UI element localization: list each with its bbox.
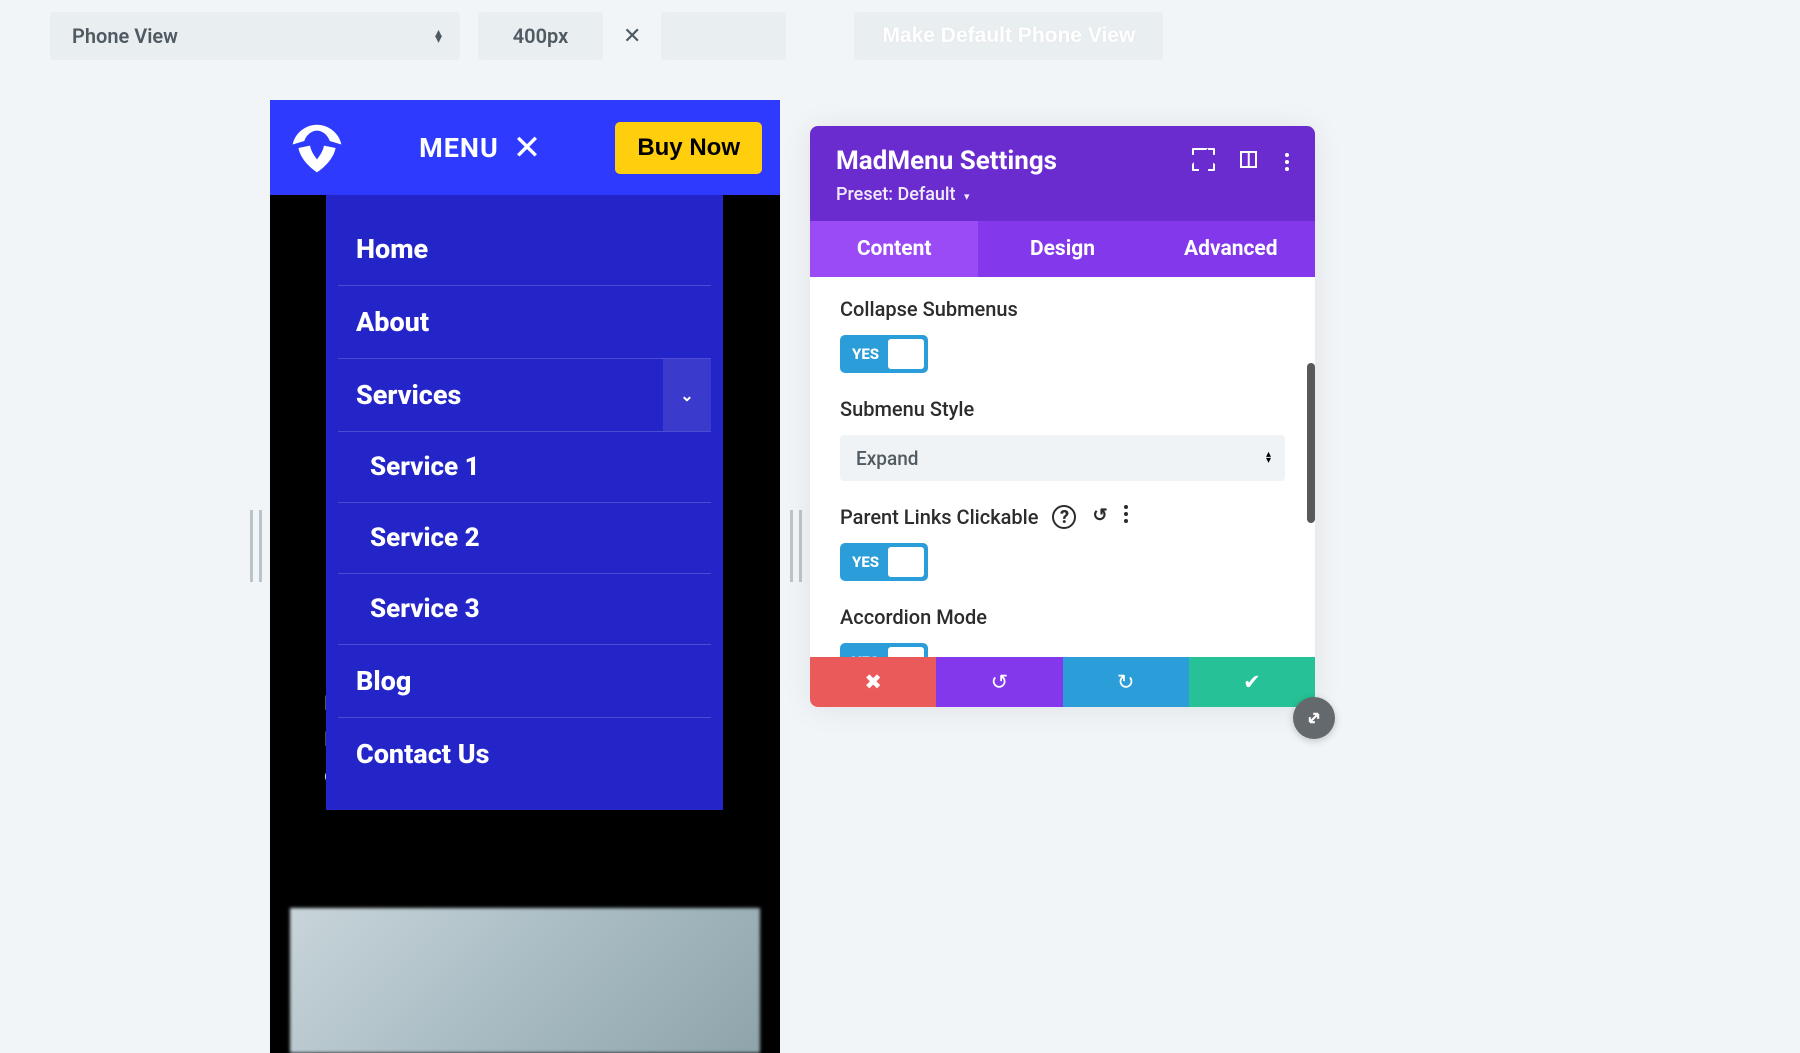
reset-icon[interactable]: ↺ (1092, 505, 1107, 529)
collapse-submenus-toggle[interactable]: YES (840, 335, 928, 373)
preset-value: Default (897, 184, 955, 205)
submenu-style-value: Expand (856, 447, 919, 470)
phone-body: NPc Home About Services ⌄ Service 1 Serv… (270, 195, 780, 1053)
field-options-icon[interactable] (1124, 505, 1128, 529)
width-value: 400px (513, 24, 569, 48)
panel-footer: ✖ ↺ ↻ ✔ (810, 657, 1315, 707)
preset-label: Preset: (836, 184, 893, 205)
select-sort-icon: ▴▾ (435, 30, 442, 42)
submenu-style-select[interactable]: Expand ▴▾ (840, 435, 1285, 481)
nav-item-blog[interactable]: Blog (338, 645, 711, 718)
dimension-separator: ✕ (623, 24, 641, 49)
chevron-down-icon[interactable]: ⌄ (663, 359, 711, 431)
parent-links-label: Parent Links Clickable ? ↺ (840, 505, 1285, 529)
mobile-nav-dropdown: Home About Services ⌄ Service 1 Service … (326, 195, 723, 810)
background-image (290, 908, 760, 1053)
nav-subitem-service-2[interactable]: Service 2 (338, 503, 711, 574)
height-input[interactable] (661, 12, 786, 60)
toggle-knob (888, 547, 924, 577)
field-parent-links-clickable: Parent Links Clickable ? ↺ YES (840, 505, 1285, 581)
nav-item-services-label: Services (356, 379, 461, 411)
resize-handle-left[interactable] (250, 510, 264, 582)
expand-panel-button[interactable] (1293, 697, 1335, 739)
settings-panel: MadMenu Settings Preset: Default ▾ Conte… (810, 126, 1315, 707)
nav-subitem-service-1[interactable]: Service 1 (338, 432, 711, 503)
tab-design[interactable]: Design (978, 221, 1146, 277)
panel-body: Collapse Submenus YES Submenu Style Expa… (810, 277, 1315, 657)
buy-now-button[interactable]: Buy Now (615, 122, 762, 174)
toggle-value: YES (852, 345, 879, 363)
site-logo[interactable] (288, 119, 346, 177)
undo-button[interactable]: ↺ (936, 657, 1062, 707)
tab-content[interactable]: Content (810, 221, 978, 277)
redo-button[interactable]: ↻ (1063, 657, 1189, 707)
services-submenu: Service 1 Service 2 Service 3 (338, 432, 711, 645)
confirm-button[interactable]: ✔ (1189, 657, 1315, 707)
nav-item-services[interactable]: Services ⌄ (338, 359, 711, 432)
close-icon: ✕ (513, 128, 543, 168)
field-submenu-style: Submenu Style Expand ▴▾ (840, 397, 1285, 481)
panel-tabs: Content Design Advanced (810, 221, 1315, 277)
field-accordion-mode: Accordion Mode YES (840, 605, 1285, 657)
column-layout-icon[interactable] (1240, 150, 1257, 173)
toggle-value: YES (852, 553, 879, 571)
select-sort-icon: ▴▾ (1266, 452, 1271, 464)
accordion-mode-toggle[interactable]: YES (840, 643, 928, 657)
close-button[interactable]: ✖ (810, 657, 936, 707)
toggle-value: YES (852, 653, 879, 657)
toggle-knob (888, 339, 924, 369)
toggle-knob (888, 647, 924, 657)
make-default-button[interactable]: Make Default Phone View (854, 12, 1163, 60)
phone-preview: MENU ✕ Buy Now NPc Home About Services ⌄… (270, 100, 780, 1053)
nav-item-contact[interactable]: Contact Us (338, 718, 711, 790)
nav-subitem-service-3[interactable]: Service 3 (338, 574, 711, 644)
panel-title: MadMenu Settings (836, 146, 1057, 176)
help-icon[interactable]: ? (1052, 505, 1076, 529)
scrollbar[interactable] (1307, 363, 1315, 523)
phone-header: MENU ✕ Buy Now (270, 100, 780, 195)
dropdown-triangle-icon: ▾ (964, 190, 970, 203)
field-collapse-submenus: Collapse Submenus YES (840, 297, 1285, 373)
menu-label-text: MENU (419, 132, 499, 164)
view-select[interactable]: Phone View ▴▾ (50, 12, 460, 60)
preset-selector[interactable]: Preset: Default ▾ (836, 184, 1057, 205)
tab-advanced[interactable]: Advanced (1147, 221, 1315, 277)
view-select-value: Phone View (72, 24, 178, 48)
width-input[interactable]: 400px (478, 12, 603, 60)
submenu-style-label: Submenu Style (840, 397, 1285, 421)
parent-links-toggle[interactable]: YES (840, 543, 928, 581)
responsive-toolbar: Phone View ▴▾ 400px ✕ Make Default Phone… (0, 0, 1800, 72)
panel-header: MadMenu Settings Preset: Default ▾ (810, 126, 1315, 221)
menu-toggle[interactable]: MENU ✕ (419, 128, 542, 168)
collapse-submenus-label: Collapse Submenus (840, 297, 1285, 321)
focus-icon[interactable] (1195, 150, 1212, 173)
nav-item-home[interactable]: Home (338, 213, 711, 286)
more-options-icon[interactable] (1285, 153, 1289, 171)
nav-item-about[interactable]: About (338, 286, 711, 359)
resize-handle-right[interactable] (790, 510, 804, 582)
accordion-mode-label: Accordion Mode (840, 605, 1285, 629)
parent-links-label-text: Parent Links Clickable (840, 505, 1038, 529)
